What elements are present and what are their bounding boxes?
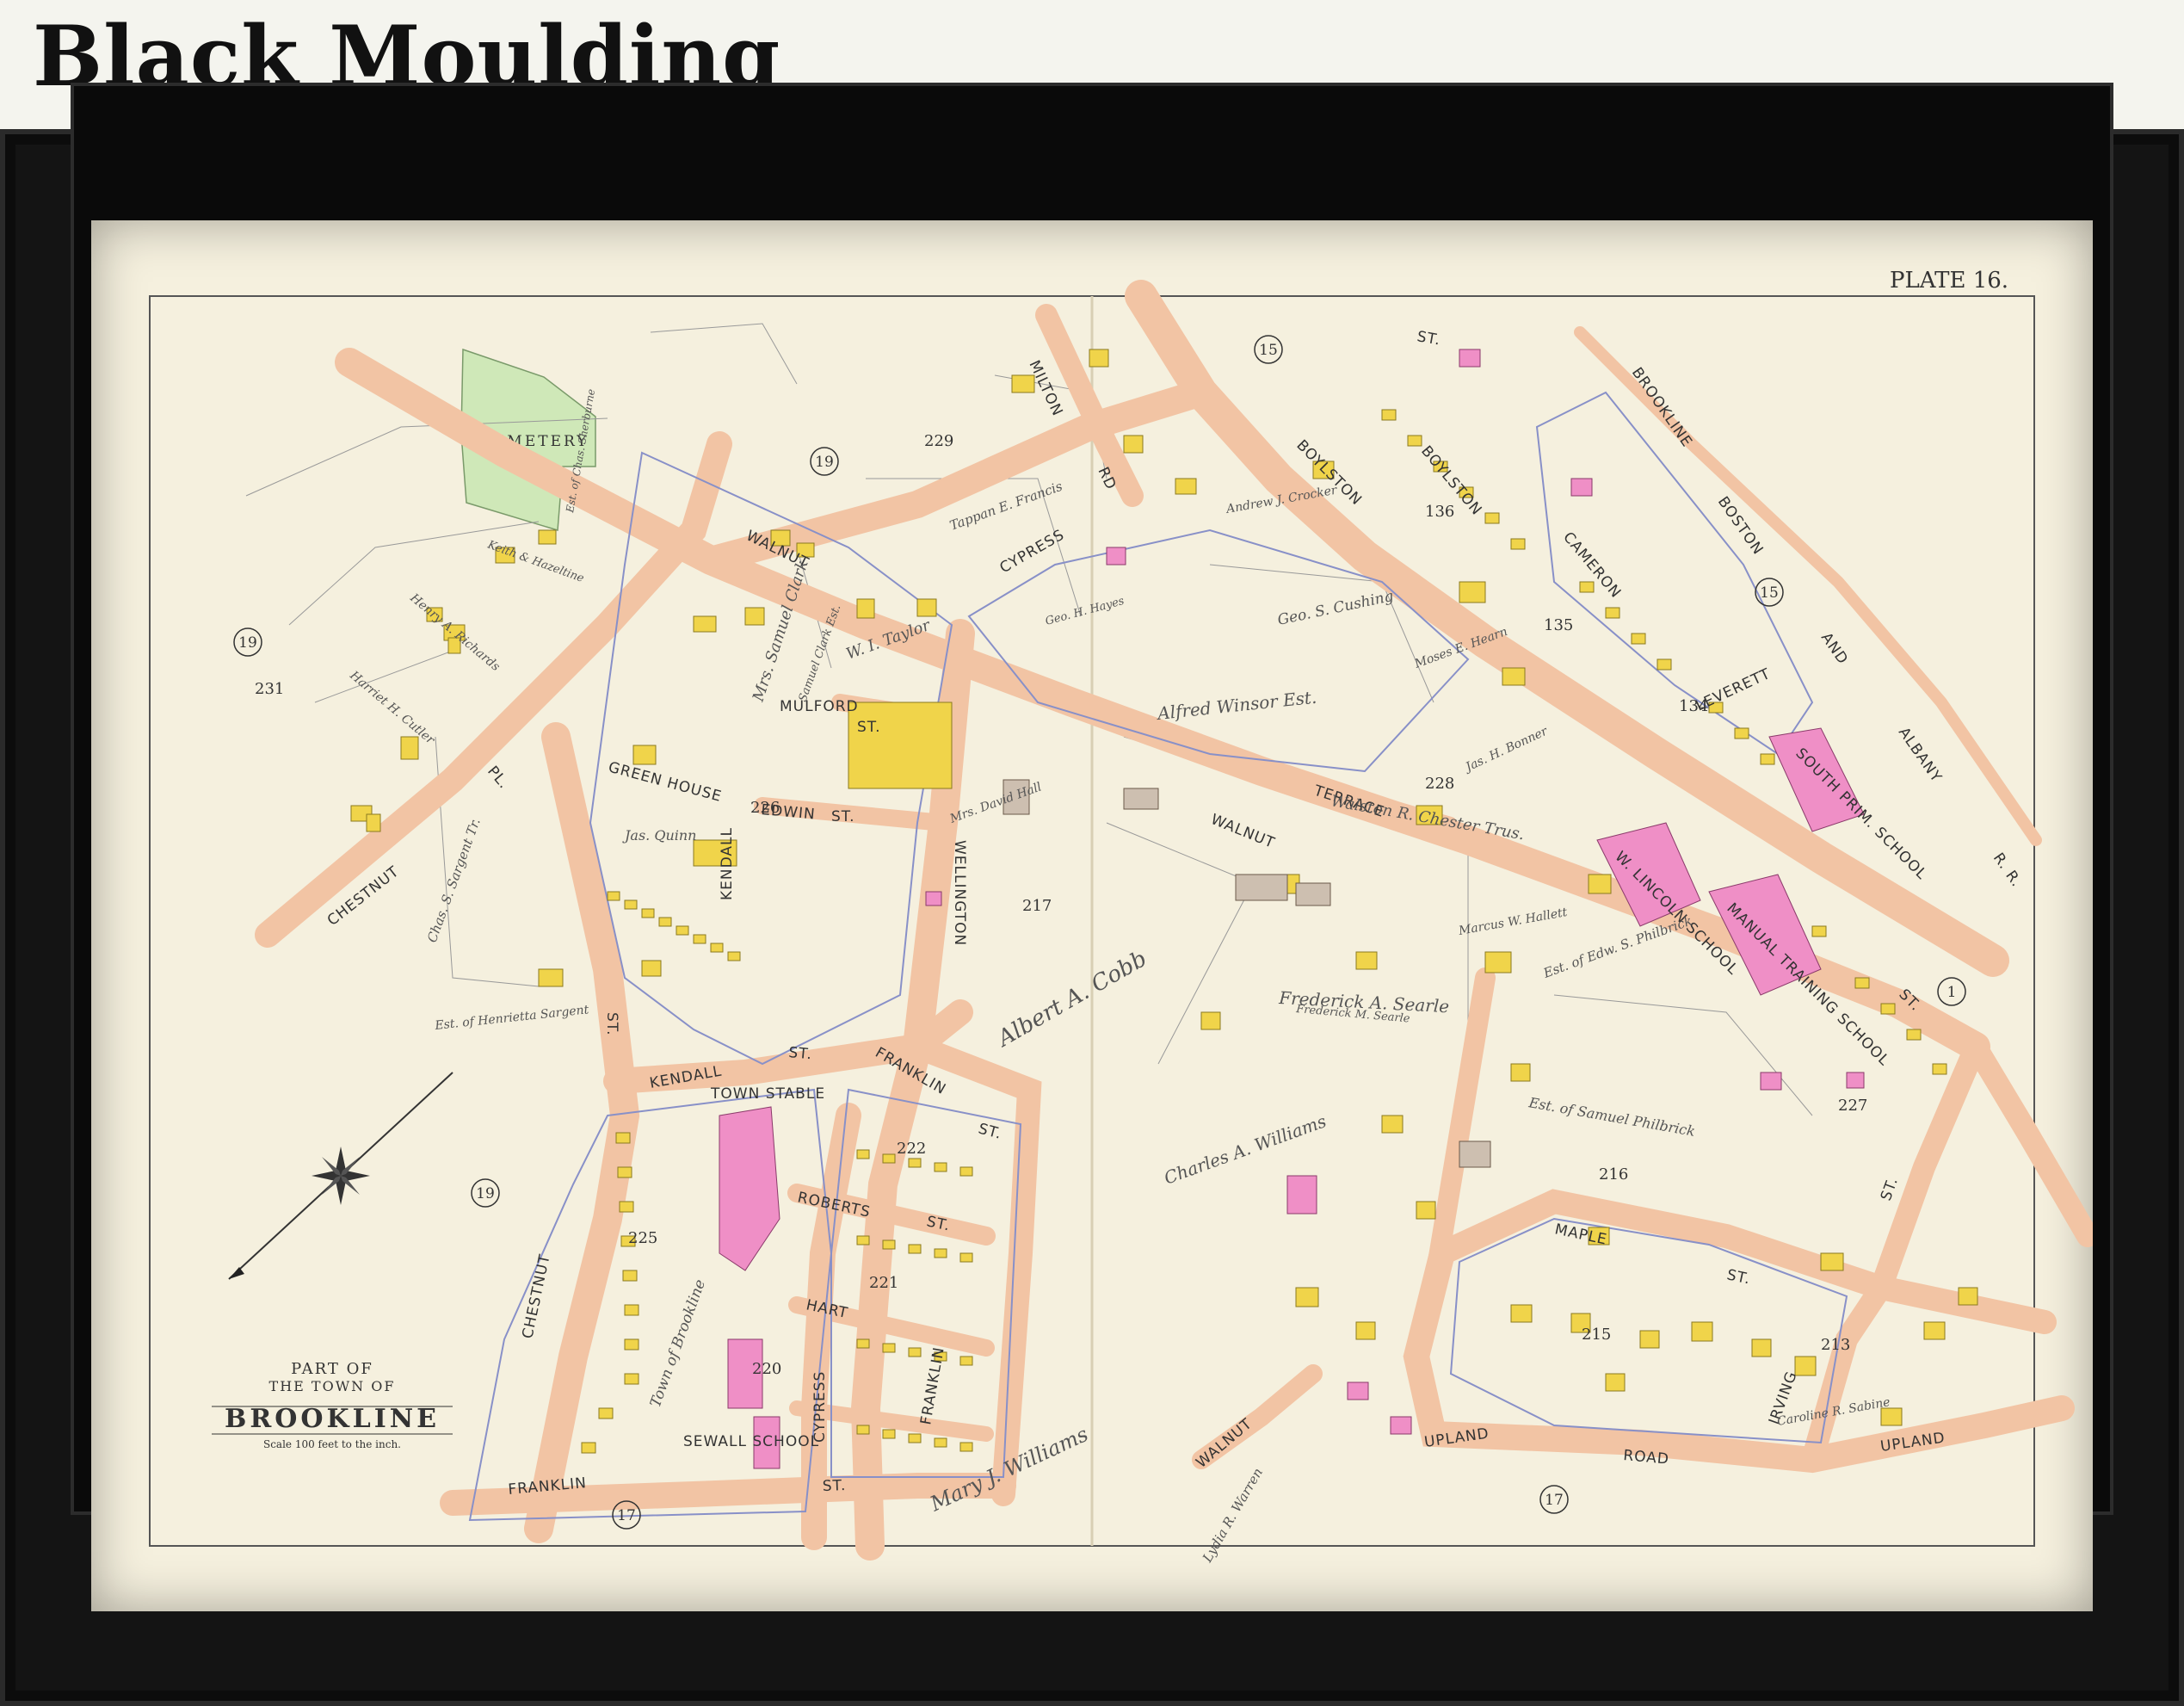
svg-text:222: 222 [897, 1140, 926, 1158]
svg-text:Jas. Quinn: Jas. Quinn [622, 827, 696, 844]
svg-text:WALNUT: WALNUT [1193, 1415, 1255, 1472]
svg-text:1: 1 [1947, 984, 1957, 1001]
svg-text:BROOKLINE: BROOKLINE [225, 1404, 440, 1434]
svg-text:TOWN STABLE: TOWN STABLE [710, 1085, 825, 1103]
svg-text:Marcus W. Hallett: Marcus W. Hallett [1457, 906, 1569, 938]
svg-text:15: 15 [1760, 584, 1779, 602]
svg-text:17: 17 [617, 1507, 636, 1524]
svg-text:PL.: PL. [484, 763, 512, 792]
svg-text:ALBANY: ALBANY [1895, 724, 1946, 786]
svg-text:Est. of Henrietta Sargent: Est. of Henrietta Sargent [434, 1003, 590, 1033]
svg-text:R. R.: R. R. [1990, 850, 2025, 890]
plate-ref-circle: 15 [1755, 578, 1784, 607]
svg-text:ROAD: ROAD [1623, 1447, 1670, 1468]
svg-text:BROOKLINE: BROOKLINE [1628, 364, 1696, 450]
svg-text:Chas. S. Sargent Tr.: Chas. S. Sargent Tr. [424, 816, 484, 944]
svg-text:228: 228 [1425, 775, 1454, 793]
svg-text:231: 231 [255, 680, 284, 698]
map-plate: PLATE 16. CEMETERY WALNUT WALNUT WALNUT … [149, 268, 2093, 1566]
plate-ref-circle: 19 [471, 1178, 500, 1208]
svg-text:227: 227 [1838, 1097, 1867, 1115]
svg-text:ST.: ST. [788, 1044, 813, 1063]
svg-text:217: 217 [1022, 897, 1052, 915]
svg-text:216: 216 [1599, 1165, 1628, 1184]
svg-text:ST.: ST. [977, 1121, 1004, 1143]
svg-text:Jas. H. Bonner: Jas. H. Bonner [1461, 724, 1551, 776]
svg-text:KENDALL: KENDALL [719, 827, 736, 900]
compass-rose-icon [228, 1072, 453, 1280]
svg-text:CHESTNUT: CHESTNUT [519, 1252, 553, 1340]
svg-text:Lydia R. Warren: Lydia R. Warren [1199, 1465, 1266, 1565]
svg-text:CYPRESS: CYPRESS [811, 1371, 829, 1443]
svg-text:WELLINGTON: WELLINGTON [951, 840, 968, 946]
plate-ref-circle: 15 [1254, 335, 1283, 364]
svg-text:MULFORD: MULFORD [780, 698, 859, 715]
svg-text:Alfred Winsor Est.: Alfred Winsor Est. [1155, 687, 1317, 724]
title-cartouche: PART OF THE TOWN OF BROOKLINE Scale 100 … [212, 1360, 453, 1450]
svg-text:135: 135 [1544, 616, 1573, 634]
svg-text:Est. of Samuel Philbrick: Est. of Samuel Philbrick [1527, 1094, 1696, 1140]
svg-text:215: 215 [1582, 1326, 1611, 1344]
svg-text:WALNUT: WALNUT [1208, 811, 1277, 852]
svg-text:THE TOWN OF: THE TOWN OF [269, 1378, 396, 1394]
svg-text:ST.: ST. [831, 808, 855, 825]
svg-text:136: 136 [1425, 503, 1454, 521]
svg-text:17: 17 [1545, 1492, 1564, 1509]
svg-text:Harriet H. Cutler: Harriet H. Cutler [347, 668, 438, 748]
plate-number: PLATE 16. [1890, 268, 2008, 294]
svg-text:Geo. S. Cushing: Geo. S. Cushing [1276, 588, 1395, 629]
plate-ref-circle: 17 [1539, 1485, 1569, 1514]
svg-text:19: 19 [815, 454, 834, 471]
svg-text:226: 226 [750, 799, 780, 817]
svg-text:Scale 100 feet to the inch.: Scale 100 feet to the inch. [263, 1438, 401, 1450]
svg-text:19: 19 [476, 1185, 495, 1202]
svg-text:FRANKLIN: FRANKLIN [917, 1345, 948, 1426]
svg-text:15: 15 [1259, 342, 1278, 359]
svg-text:220: 220 [752, 1360, 781, 1378]
svg-text:AND: AND [1817, 629, 1852, 668]
svg-text:MAPLE: MAPLE [1553, 1221, 1609, 1248]
plate-ref-circle: 19 [810, 447, 839, 476]
svg-text:GREEN HOUSE: GREEN HOUSE [607, 759, 724, 806]
svg-text:Henry A. Richards: Henry A. Richards [407, 590, 503, 674]
plate-ref-circle: 1 [1937, 977, 1966, 1006]
svg-text:CYPRESS: CYPRESS [997, 526, 1068, 577]
svg-text:Town of Brookline: Town of Brookline [647, 1277, 709, 1410]
svg-text:ST.: ST. [822, 1477, 846, 1495]
svg-text:225: 225 [628, 1229, 657, 1247]
svg-text:229: 229 [924, 432, 953, 450]
plate-ref-circle: 19 [233, 627, 262, 657]
svg-text:134: 134 [1679, 697, 1708, 715]
svg-text:PART OF: PART OF [291, 1360, 373, 1378]
svg-text:221: 221 [869, 1274, 898, 1292]
svg-text:ST.: ST. [857, 719, 881, 736]
svg-text:SEWALL SCHOOL: SEWALL SCHOOL [683, 1433, 819, 1450]
svg-text:19: 19 [238, 634, 257, 652]
svg-text:213: 213 [1821, 1336, 1850, 1354]
svg-text:ST.: ST. [1878, 1175, 1902, 1203]
svg-text:Albert A. Cobb: Albert A. Cobb [992, 946, 1151, 1053]
svg-text:ST.: ST. [1725, 1266, 1752, 1288]
svg-text:ST.: ST. [1416, 328, 1442, 349]
svg-text:ST.: ST. [603, 1012, 620, 1036]
svg-text:Est. of Edw. S. Philbrick: Est. of Edw. S. Philbrick [1540, 912, 1694, 981]
svg-text:Geo. H. Hayes: Geo. H. Hayes [1044, 595, 1126, 628]
